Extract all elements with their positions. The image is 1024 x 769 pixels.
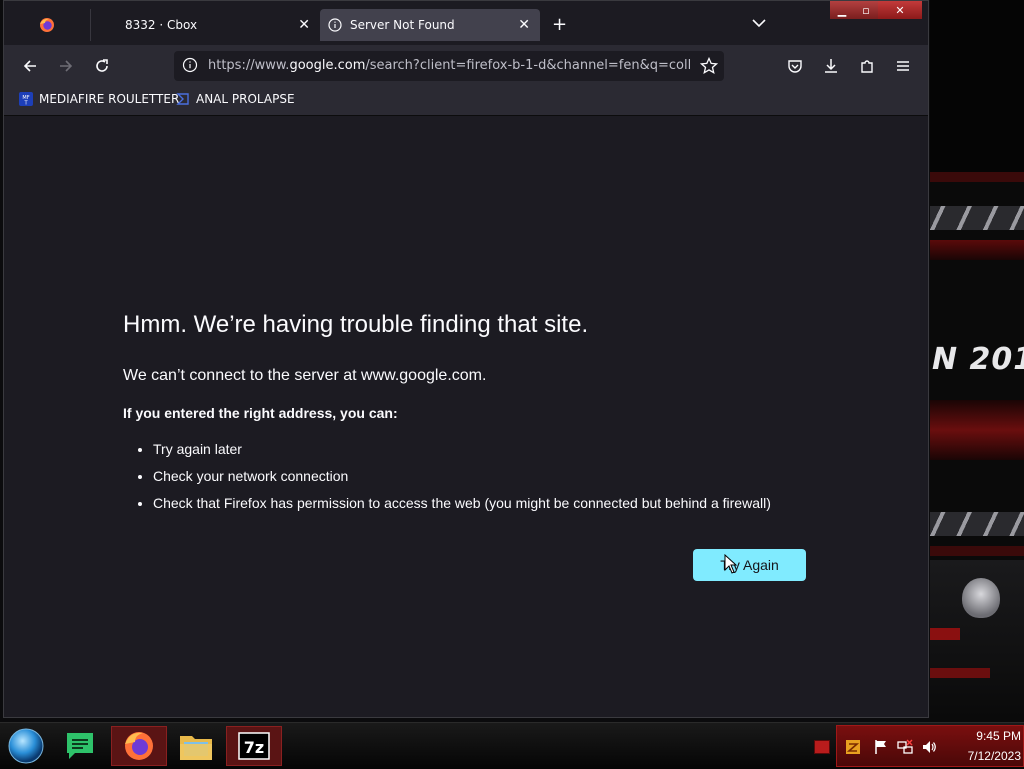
site-info-icon[interactable] (182, 57, 198, 73)
bookmark-star-icon[interactable] (700, 57, 718, 75)
close-window-icon[interactable]: ✕ (878, 1, 922, 19)
start-orb-icon (8, 728, 44, 764)
system-tray: 9:45 PM 7/12/2023 (836, 725, 1024, 767)
close-tab-icon[interactable]: ✕ (518, 17, 530, 33)
list-item: Check that Firefox has permission to acc… (153, 490, 771, 517)
list-item: Try again later (153, 436, 771, 463)
reload-icon[interactable] (90, 54, 114, 78)
volume-speaker-icon[interactable] (921, 739, 937, 755)
forward-arrow-icon[interactable] (54, 54, 78, 78)
try-again-button[interactable]: Try Again (693, 549, 806, 581)
firefox-logo-icon (40, 18, 54, 32)
bookmark-mediafire-rouletter[interactable]: MF T MEDIAFIRE ROULETTER (19, 92, 179, 106)
new-tab-plus-icon[interactable]: + (552, 14, 567, 35)
clock-time[interactable]: 9:45 PM (953, 729, 1021, 743)
clock-date[interactable]: 7/12/2023 (953, 749, 1021, 763)
bookmark-anal-prolapse[interactable]: ANAL PROLAPSE (176, 92, 295, 106)
firefox-window: 8332 · Cbox ✕ Server Not Found ✕ + ▁ ▫ ✕ (3, 0, 929, 718)
app-menu-hamburger-icon[interactable] (891, 54, 915, 78)
downloads-icon[interactable] (819, 54, 843, 78)
minimize-icon[interactable]: ▁ (830, 1, 854, 19)
taskbar-7zip[interactable]: 7z (226, 726, 282, 766)
error-lead-text: If you entered the right address, you ca… (123, 405, 398, 421)
close-tab-icon[interactable]: ✕ (298, 17, 310, 33)
list-item: Check your network connection (153, 463, 771, 490)
navigation-toolbar: https://www.google.com/search?client=fir… (4, 45, 928, 87)
taskbar-firefox[interactable] (111, 726, 167, 766)
firefox-view-tab[interactable] (4, 9, 90, 41)
taskbar-file-explorer[interactable] (168, 726, 224, 766)
network-icon[interactable] (897, 739, 913, 755)
extensions-puzzle-icon[interactable] (855, 54, 879, 78)
mouse-cursor-icon (724, 554, 738, 574)
tab-label: Server Not Found (350, 18, 455, 32)
error-page: Hmm. We’re having trouble finding that s… (4, 116, 928, 717)
tab-cbox[interactable]: 8332 · Cbox ✕ (90, 9, 320, 41)
tab-server-not-found[interactable]: Server Not Found ✕ (320, 9, 540, 41)
firefox-logo-icon (125, 732, 153, 760)
error-subtitle: We can’t connect to the server at www.go… (123, 367, 487, 384)
error-title: Hmm. We’re having trouble finding that s… (123, 311, 589, 338)
suggestion-list: Try again later Check your network conne… (139, 436, 771, 517)
url-text[interactable]: https://www.google.com/search?client=fir… (208, 58, 692, 73)
tray-overflow-icon[interactable] (814, 740, 830, 754)
bookmark-label: MEDIAFIRE ROULETTER (39, 92, 180, 106)
folder-icon (180, 736, 212, 760)
start-orb-button[interactable] (4, 726, 48, 766)
info-icon (328, 18, 342, 32)
window-caption-buttons: ▁ ▫ ✕ (830, 1, 922, 19)
wallpaper-text: N 201 (932, 342, 1024, 377)
url-bar[interactable]: https://www.google.com/search?client=fir… (174, 51, 724, 81)
pocket-icon[interactable] (783, 54, 807, 78)
tab-label: 8332 · Cbox (125, 18, 198, 32)
bookmarks-toolbar: MF T MEDIAFIRE ROULETTER ANAL PROLAPSE (4, 87, 928, 116)
maximize-icon[interactable]: ▫ (854, 1, 878, 19)
notes-chat-icon (67, 733, 93, 759)
action-center-flag-icon[interactable] (873, 739, 889, 755)
mediafire-favicon-icon: MF T (19, 92, 33, 106)
tray-app-icon[interactable] (845, 739, 861, 755)
svg-text:7z: 7z (244, 738, 264, 757)
taskbar-notes-app[interactable] (52, 726, 108, 766)
list-all-tabs-chevron-icon[interactable] (752, 17, 766, 31)
taskbar: 7z 9:45 PM 7/12/2023 (0, 722, 1024, 769)
tab-strip: 8332 · Cbox ✕ Server Not Found ✕ + (4, 9, 928, 45)
7zip-icon: 7z (238, 732, 270, 760)
bookmark-label: ANAL PROLAPSE (196, 92, 295, 106)
alien-logo-icon (962, 578, 1000, 618)
sigma-favicon-icon (176, 93, 189, 105)
back-arrow-icon[interactable] (18, 54, 42, 78)
